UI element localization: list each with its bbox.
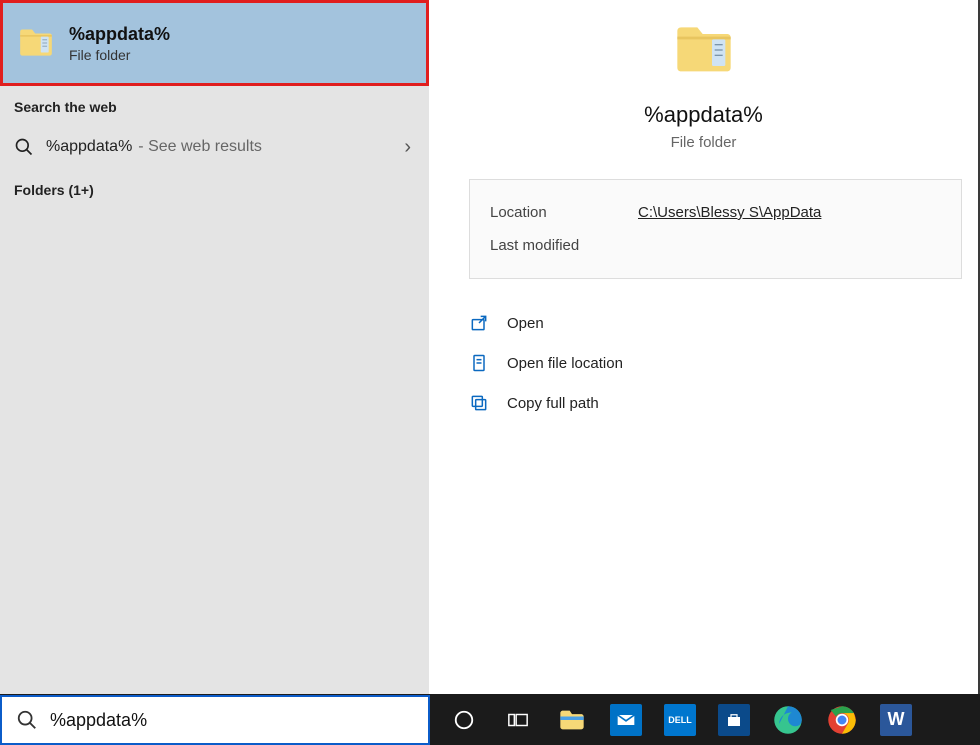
store-icon[interactable] bbox=[714, 700, 754, 740]
copy-icon bbox=[469, 393, 489, 413]
search-results-panel: %appdata% File folder Search the web %ap… bbox=[0, 0, 429, 694]
web-result-title: %appdata% bbox=[46, 138, 132, 156]
detail-modified-row: Last modified bbox=[490, 229, 941, 262]
chevron-right-icon: › bbox=[404, 136, 411, 159]
word-icon[interactable]: W bbox=[876, 700, 916, 740]
best-match-subtitle: File folder bbox=[69, 47, 170, 63]
best-match-result[interactable]: %appdata% File folder bbox=[0, 0, 429, 86]
action-open-label: Open bbox=[507, 315, 544, 332]
search-web-header: Search the web bbox=[0, 86, 429, 125]
chrome-icon[interactable] bbox=[822, 700, 862, 740]
cortana-icon[interactable] bbox=[444, 700, 484, 740]
details-card: Location C:\Users\Blessy S\AppData Last … bbox=[469, 179, 962, 279]
edge-icon[interactable] bbox=[768, 700, 808, 740]
search-box[interactable] bbox=[0, 695, 430, 745]
web-search-result[interactable]: %appdata% - See web results › bbox=[0, 125, 429, 169]
search-icon bbox=[14, 137, 34, 157]
preview-header: %appdata% File folder bbox=[429, 0, 978, 151]
dell-icon[interactable]: DELL bbox=[660, 700, 700, 740]
best-match-text: %appdata% File folder bbox=[69, 24, 170, 63]
preview-title: %appdata% bbox=[429, 102, 978, 128]
detail-location-row: Location C:\Users\Blessy S\AppData bbox=[490, 196, 941, 229]
preview-subtitle: File folder bbox=[429, 134, 978, 151]
folder-icon bbox=[17, 24, 55, 62]
folders-header: Folders (1+) bbox=[0, 169, 429, 208]
detail-location-label: Location bbox=[490, 204, 638, 221]
taskbar-icon-row: DELL W bbox=[440, 694, 916, 745]
detail-modified-label: Last modified bbox=[490, 237, 638, 254]
search-input[interactable] bbox=[50, 710, 414, 731]
preview-panel: %appdata% File folder Location C:\Users\… bbox=[429, 0, 980, 694]
action-copy-path[interactable]: Copy full path bbox=[469, 383, 978, 423]
folder-icon bbox=[672, 18, 736, 82]
open-icon bbox=[469, 313, 489, 333]
action-open[interactable]: Open bbox=[469, 303, 978, 343]
best-match-title: %appdata% bbox=[69, 24, 170, 45]
action-open-location-label: Open file location bbox=[507, 355, 623, 372]
actions-list: Open Open file location Copy full path bbox=[469, 303, 978, 423]
action-open-location[interactable]: Open file location bbox=[469, 343, 978, 383]
task-view-icon[interactable] bbox=[498, 700, 538, 740]
folder-location-icon bbox=[469, 353, 489, 373]
web-result-subtitle: - See web results bbox=[138, 138, 262, 156]
detail-location-link[interactable]: C:\Users\Blessy S\AppData bbox=[638, 204, 821, 221]
mail-icon[interactable] bbox=[606, 700, 646, 740]
search-icon bbox=[16, 709, 38, 731]
action-copy-path-label: Copy full path bbox=[507, 395, 599, 412]
file-explorer-icon[interactable] bbox=[552, 700, 592, 740]
